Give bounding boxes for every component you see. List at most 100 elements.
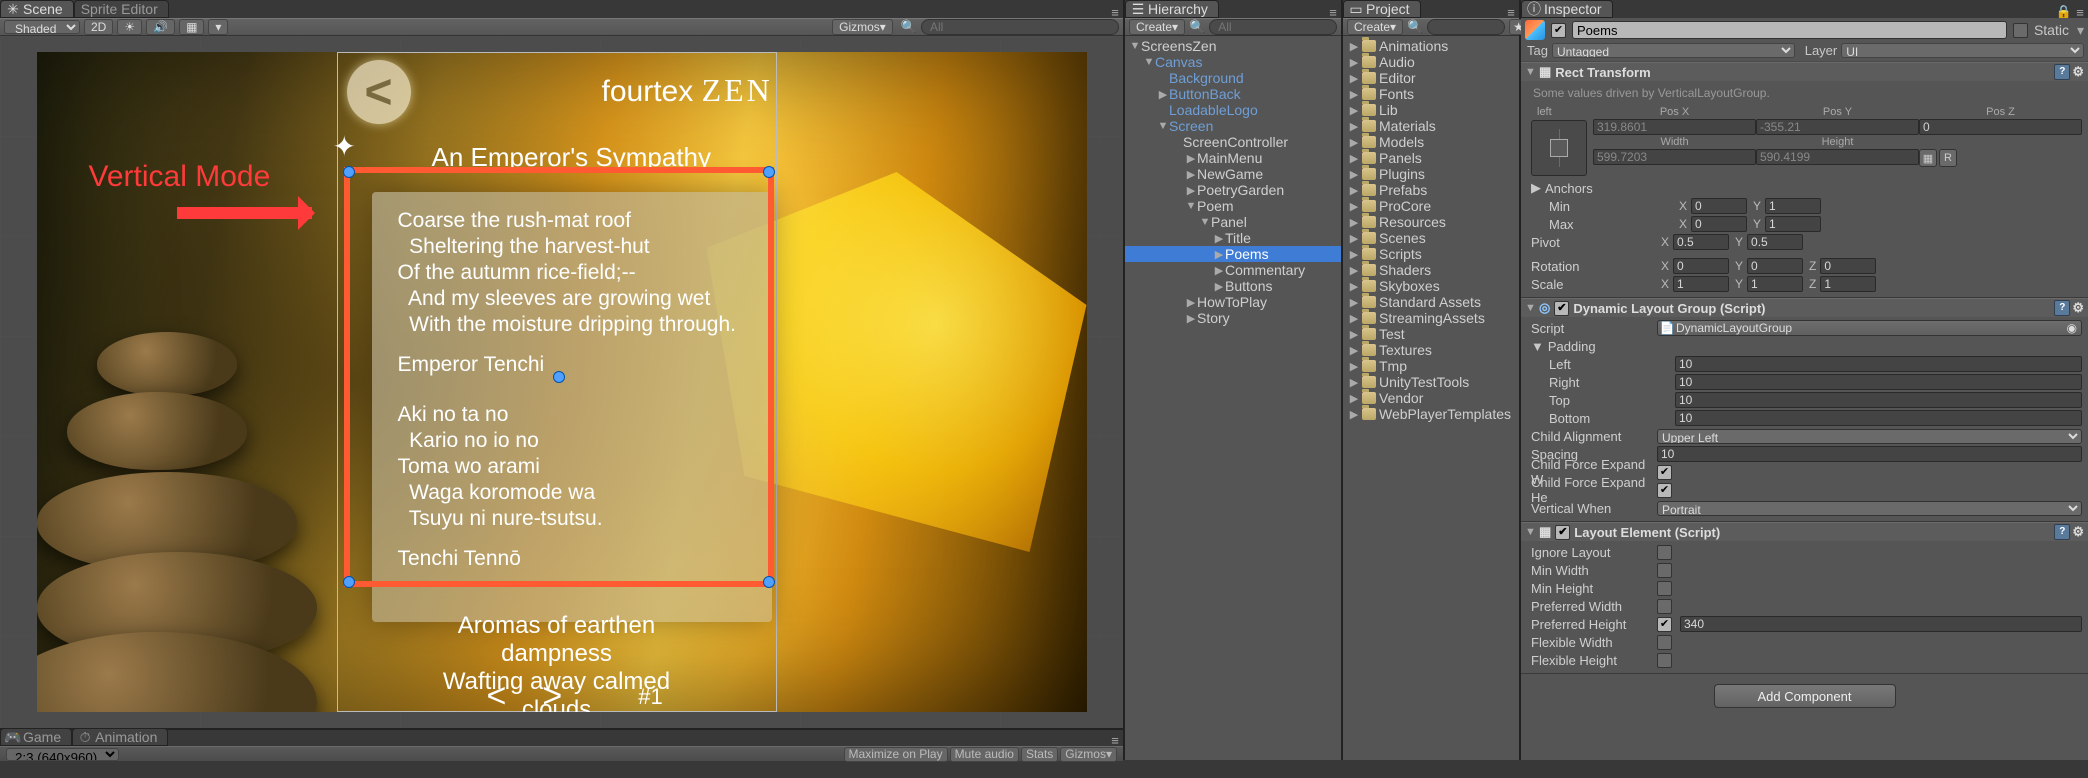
help-icon[interactable] <box>2054 64 2070 80</box>
project-folder-plugins[interactable]: ▶Plugins <box>1343 166 1519 182</box>
project-folder-unitytesttools[interactable]: ▶UnityTestTools <box>1343 374 1519 390</box>
project-folder-textures[interactable]: ▶Textures <box>1343 342 1519 358</box>
foldout-icon[interactable]: ▶ <box>1185 296 1197 309</box>
project-folder-materials[interactable]: ▶Materials <box>1343 118 1519 134</box>
posx-input[interactable] <box>1593 119 1756 135</box>
ignore-layout-checkbox[interactable] <box>1657 545 1672 560</box>
foldout-icon[interactable]: ▼ <box>1525 302 1535 314</box>
gameobject-icon[interactable] <box>1525 20 1545 40</box>
foldout-icon[interactable]: ▶ <box>1349 248 1359 261</box>
rotation-x-input[interactable] <box>1673 258 1729 274</box>
hierarchy-item-newgame[interactable]: ▶NewGame <box>1125 166 1341 182</box>
rotation-y-input[interactable] <box>1747 258 1803 274</box>
hierarchy-item-mainmenu[interactable]: ▶MainMenu <box>1125 150 1341 166</box>
foldout-icon[interactable]: ▶ <box>1349 184 1359 197</box>
blueprint-mode-icon[interactable]: ▦ <box>1919 149 1937 167</box>
foldout-icon[interactable]: ▶ <box>1349 136 1359 149</box>
hierarchy-item-background[interactable]: Background <box>1125 70 1341 86</box>
project-folder-tmp[interactable]: ▶Tmp <box>1343 358 1519 374</box>
scale-y-input[interactable] <box>1747 276 1803 292</box>
hierarchy-item-buttons[interactable]: ▶Buttons <box>1125 278 1341 294</box>
hierarchy-item-howtoplay[interactable]: ▶HowToPlay <box>1125 294 1341 310</box>
padding-top-input[interactable] <box>1675 392 2082 408</box>
foldout-icon[interactable]: ▶ <box>1349 296 1359 309</box>
cfew-checkbox[interactable]: ✔ <box>1657 465 1672 480</box>
gizmos-toggle[interactable]: Gizmos ▾ <box>1060 747 1117 762</box>
project-folder-audio[interactable]: ▶Audio <box>1343 54 1519 70</box>
foldout-icon[interactable]: ▼ <box>1185 200 1197 212</box>
selection-rect[interactable] <box>344 167 774 587</box>
height-input[interactable] <box>1756 149 1919 165</box>
tab-hierarchy[interactable]: ☰ Hierarchy <box>1125 0 1219 18</box>
foldout-icon[interactable]: ▶ <box>1349 264 1359 277</box>
tab-animation[interactable]: ⏱ Animation <box>72 728 168 746</box>
tab-game[interactable]: 🎮 Game <box>0 728 72 746</box>
vertical-when-dropdown[interactable]: Portrait <box>1657 501 2082 516</box>
foldout-icon[interactable]: ▶ <box>1349 152 1359 165</box>
project-folder-scripts[interactable]: ▶Scripts <box>1343 246 1519 262</box>
anchor-max-y-input[interactable] <box>1765 216 1821 232</box>
project-folder-procore[interactable]: ▶ProCore <box>1343 198 1519 214</box>
hierarchy-item-story[interactable]: ▶Story <box>1125 310 1341 326</box>
foldout-icon[interactable]: ▶ <box>1213 280 1225 293</box>
component-enabled-checkbox[interactable]: ✔ <box>1555 525 1570 540</box>
foldout-icon[interactable]: ▼ <box>1157 120 1169 132</box>
aspect-dropdown[interactable]: 2:3 (640x960) <box>6 748 119 761</box>
foldout-icon[interactable]: ▶ <box>1349 408 1359 421</box>
raw-edit-mode-button[interactable]: R <box>1939 149 1957 167</box>
width-input[interactable] <box>1593 149 1756 165</box>
foldout-icon[interactable]: ▶ <box>1185 184 1197 197</box>
project-folder-resources[interactable]: ▶Resources <box>1343 214 1519 230</box>
foldout-icon[interactable]: ▶ <box>1185 312 1197 325</box>
flex-width-checkbox[interactable] <box>1657 635 1672 650</box>
foldout-icon[interactable]: ▼ <box>1531 339 1544 354</box>
maximize-on-play-toggle[interactable]: Maximize on Play <box>844 747 948 762</box>
foldout-icon[interactable]: ▶ <box>1349 216 1359 229</box>
hierarchy-create-dropdown[interactable]: Create ▾ <box>1129 19 1185 35</box>
static-checkbox[interactable] <box>2013 23 2028 38</box>
gear-icon[interactable]: ⚙ <box>2072 524 2084 540</box>
inspector-lock-icon[interactable]: 🔒 <box>2056 6 2072 18</box>
project-folder-models[interactable]: ▶Models <box>1343 134 1519 150</box>
resize-handle-icon[interactable] <box>763 166 775 178</box>
project-folder-editor[interactable]: ▶Editor <box>1343 70 1519 86</box>
hierarchy-item-poem[interactable]: ▼Poem <box>1125 198 1341 214</box>
foldout-icon[interactable]: ▶ <box>1185 168 1197 181</box>
project-folder-panels[interactable]: ▶Panels <box>1343 150 1519 166</box>
padding-left-input[interactable] <box>1675 356 2082 372</box>
lighting-toggle-icon[interactable]: ☀ <box>117 19 142 35</box>
project-folder-prefabs[interactable]: ▶Prefabs <box>1343 182 1519 198</box>
gizmo-dropdown-icon[interactable]: ▾ <box>208 19 228 35</box>
hierarchy-item-screencontroller[interactable]: ScreenController <box>1125 134 1341 150</box>
posy-input[interactable] <box>1756 119 1919 135</box>
layout-element-header[interactable]: ▼ ▦ ✔ Layout Element (Script) ⚙ <box>1521 523 2088 541</box>
foldout-icon[interactable]: ▶ <box>1349 344 1359 357</box>
hierarchy-item-loadablelogo[interactable]: LoadableLogo <box>1125 102 1341 118</box>
scale-z-input[interactable] <box>1820 276 1876 292</box>
tab-project[interactable]: ▭ Project <box>1343 0 1421 18</box>
foldout-icon[interactable]: ▶ <box>1349 280 1359 293</box>
foldout-icon[interactable]: ▶ <box>1349 104 1359 117</box>
next-page-button[interactable]: > <box>542 677 562 712</box>
project-folder-animations[interactable]: ▶Animations <box>1343 38 1519 54</box>
pref-height-checkbox[interactable]: ✔ <box>1657 617 1672 632</box>
foldout-icon[interactable]: ▶ <box>1531 180 1541 196</box>
resize-handle-icon[interactable] <box>343 166 355 178</box>
project-panel-menu-icon[interactable]: ≡ <box>1503 6 1519 18</box>
project-folder-scenes[interactable]: ▶Scenes <box>1343 230 1519 246</box>
tag-dropdown[interactable]: Untagged <box>1552 43 1795 58</box>
dynamic-layout-header[interactable]: ▼ ◎ ✔ Dynamic Layout Group (Script) ⚙ <box>1521 299 2088 317</box>
scale-x-input[interactable] <box>1673 276 1729 292</box>
gameobject-active-checkbox[interactable]: ✔ <box>1551 23 1566 38</box>
add-component-button[interactable]: Add Component <box>1714 684 1896 708</box>
project-folder-test[interactable]: ▶Test <box>1343 326 1519 342</box>
foldout-icon[interactable]: ▶ <box>1349 168 1359 181</box>
foldout-icon[interactable]: ▼ <box>1525 66 1535 78</box>
project-folder-streamingassets[interactable]: ▶StreamingAssets <box>1343 310 1519 326</box>
script-field[interactable]: 📄 DynamicLayoutGroup ◉ <box>1657 320 2082 336</box>
hierarchy-item-poems[interactable]: ▶Poems <box>1125 246 1341 262</box>
rect-transform-header[interactable]: ▼ ▦ Rect Transform ⚙ <box>1521 63 2088 81</box>
mute-audio-toggle[interactable]: Mute audio <box>950 747 1019 762</box>
layer-dropdown[interactable]: UI <box>1841 43 2084 58</box>
project-create-dropdown[interactable]: Create ▾ <box>1347 19 1403 35</box>
